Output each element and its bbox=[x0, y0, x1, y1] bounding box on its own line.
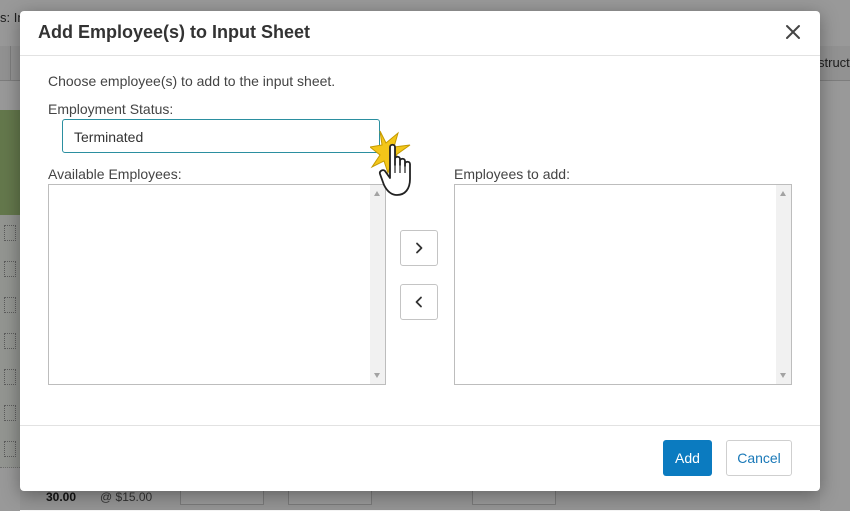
available-list-scrollbar[interactable] bbox=[370, 185, 385, 384]
chevron-right-icon bbox=[416, 242, 423, 254]
employees-to-add-label: Employees to add: bbox=[454, 166, 570, 182]
scroll-up-icon[interactable] bbox=[780, 191, 786, 196]
move-left-button[interactable] bbox=[400, 284, 438, 320]
close-icon bbox=[786, 25, 800, 39]
scroll-down-icon[interactable] bbox=[780, 373, 786, 378]
add-employees-dialog: Add Employee(s) to Input Sheet Choose em… bbox=[20, 11, 820, 491]
employees-to-add-list[interactable] bbox=[454, 184, 792, 385]
dialog-title: Add Employee(s) to Input Sheet bbox=[38, 22, 311, 42]
scroll-up-icon[interactable] bbox=[374, 191, 380, 196]
available-employees-label: Available Employees: bbox=[48, 166, 182, 182]
available-employees-list[interactable] bbox=[48, 184, 386, 385]
cancel-button[interactable]: Cancel bbox=[726, 440, 792, 476]
scroll-down-icon[interactable] bbox=[374, 373, 380, 378]
add-button[interactable]: Add bbox=[663, 440, 712, 476]
dialog-instructions: Choose employee(s) to add to the input s… bbox=[48, 73, 336, 89]
employment-status-select[interactable]: Terminated bbox=[62, 119, 380, 153]
employment-status-label: Employment Status: bbox=[48, 101, 174, 117]
move-right-button[interactable] bbox=[400, 230, 438, 266]
chevron-left-icon bbox=[415, 296, 422, 308]
dialog-header: Add Employee(s) to Input Sheet bbox=[20, 11, 820, 56]
employment-status-value: Terminated bbox=[74, 129, 144, 145]
to-add-list-scrollbar[interactable] bbox=[776, 185, 791, 384]
close-button[interactable] bbox=[784, 23, 802, 41]
